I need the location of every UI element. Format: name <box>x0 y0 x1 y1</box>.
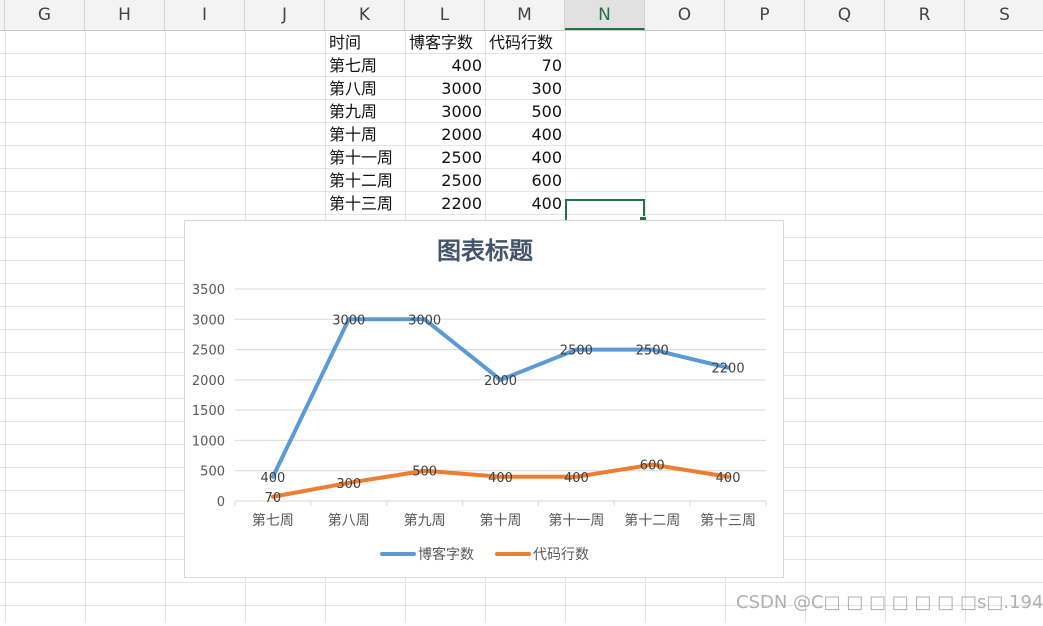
data-label: 2000 <box>484 374 517 389</box>
column-header-p[interactable]: P <box>725 0 805 30</box>
x-tick-label: 第十周 <box>480 512 522 529</box>
data-label: 70 <box>265 491 282 506</box>
y-tick-label: 3500 <box>192 283 225 298</box>
table-cell[interactable]: 2500 <box>405 169 482 192</box>
x-tick-label: 第十二周 <box>624 512 680 529</box>
data-label: 400 <box>261 471 286 486</box>
data-label: 2200 <box>712 362 745 377</box>
table-cell[interactable]: 3000 <box>405 100 482 123</box>
table-cell[interactable]: 500 <box>485 100 562 123</box>
table-cell[interactable]: 400 <box>485 192 562 215</box>
table-cell[interactable]: 2200 <box>405 192 482 215</box>
column-header-n[interactable]: N <box>565 0 645 30</box>
column-header-q[interactable]: Q <box>805 0 885 30</box>
line-chart[interactable]: 图表标题 0 500 1000 1500 2000 2500 3000 3500 第七周 第八周 第九… <box>184 220 784 578</box>
watermark: CSDN @C□ □ □ □ □ □ □s□.194 <box>736 592 1043 613</box>
table-cell[interactable]: 2000 <box>405 123 482 146</box>
table-cell[interactable]: 70 <box>485 54 562 77</box>
legend-label: 博客字数 <box>418 546 474 563</box>
y-tick-label: 2000 <box>192 374 225 389</box>
column-header-j[interactable]: J <box>245 0 325 30</box>
column-header-o[interactable]: O <box>645 0 725 30</box>
table-cell[interactable]: 第八周 <box>325 77 405 100</box>
column-header-edge <box>0 0 5 30</box>
data-label: 2500 <box>636 344 669 359</box>
column-header-k[interactable]: K <box>325 0 405 30</box>
column-header-l[interactable]: L <box>405 0 485 30</box>
table-cell[interactable]: 2500 <box>405 146 482 169</box>
table-header-cell[interactable]: 代码行数 <box>485 31 565 54</box>
data-label: 3000 <box>332 313 365 328</box>
table-header-cell[interactable]: 博客字数 <box>405 31 485 54</box>
column-header-i[interactable]: I <box>165 0 245 30</box>
column-header-r[interactable]: R <box>885 0 965 30</box>
x-tick-label: 第九周 <box>404 512 446 529</box>
data-label: 2500 <box>560 344 593 359</box>
column-header-m[interactable]: M <box>485 0 565 30</box>
y-tick-label: 500 <box>200 465 225 480</box>
table-cell[interactable]: 400 <box>405 54 482 77</box>
table-cell[interactable]: 400 <box>485 123 562 146</box>
table-cell[interactable]: 第十周 <box>325 123 405 146</box>
table-header-cell[interactable]: 时间 <box>325 31 405 54</box>
chart-svg: 图表标题 0 500 1000 1500 2000 2500 3000 3500 第七周 第八周 第九… <box>192 237 767 563</box>
data-label: 3000 <box>408 313 441 328</box>
x-tick-label: 第十一周 <box>548 512 604 529</box>
column-header-g[interactable]: G <box>5 0 85 30</box>
table-cell[interactable]: 300 <box>485 77 562 100</box>
y-tick-label: 2500 <box>192 344 225 359</box>
column-header-bar: GHIJKLMNOPQRS <box>0 0 1043 31</box>
column-header-s[interactable]: S <box>965 0 1043 30</box>
x-tick-label: 第七周 <box>252 512 294 529</box>
data-label: 400 <box>564 471 589 486</box>
data-label: 600 <box>640 459 665 474</box>
selected-cell[interactable] <box>565 199 647 224</box>
data-label: 400 <box>488 471 513 486</box>
y-tick-label: 3000 <box>192 313 225 328</box>
y-tick-label: 1000 <box>192 434 225 449</box>
table-cell[interactable]: 第十一周 <box>325 146 405 169</box>
x-tick-label: 第八周 <box>328 512 370 529</box>
y-tick-label: 1500 <box>192 404 225 419</box>
table-cell[interactable]: 第九周 <box>325 100 405 123</box>
table-cell[interactable]: 600 <box>485 169 562 192</box>
table-cell[interactable]: 第十二周 <box>325 169 405 192</box>
column-header-h[interactable]: H <box>85 0 165 30</box>
legend-label: 代码行数 <box>533 547 589 563</box>
chart-title: 图表标题 <box>437 237 533 265</box>
table-cell[interactable]: 第十三周 <box>325 192 405 215</box>
x-tick-label: 第十三周 <box>700 512 756 529</box>
table-cell[interactable]: 400 <box>485 146 562 169</box>
table-cell[interactable]: 3000 <box>405 77 482 100</box>
data-label: 400 <box>716 471 741 486</box>
data-label: 300 <box>336 477 361 492</box>
y-tick-label: 0 <box>217 495 225 510</box>
table-cell[interactable]: 第七周 <box>325 54 405 77</box>
data-label: 500 <box>412 465 437 480</box>
